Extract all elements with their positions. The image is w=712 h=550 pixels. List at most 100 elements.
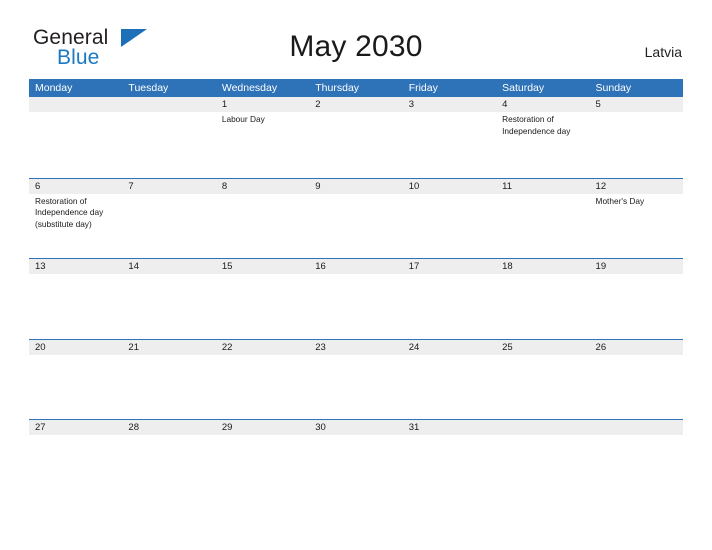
week-row: 20 21 22 23 24 25 26 [29,338,683,420]
holiday-label: Mother's Day [595,195,645,206]
region-label: Latvia [644,44,682,60]
day-number: 26 [595,341,607,353]
day-cell[interactable]: 3 [403,97,496,178]
week-row: 13 14 15 16 17 18 19 [29,258,683,339]
day-number: 13 [35,261,46,272]
day-cell[interactable]: 1 Labour Day [216,97,309,178]
day-number: 5 [595,99,601,110]
week-cells: 1 Labour Day 2 3 4 Restoration of Independenc… [29,97,683,178]
day-events: Labour Day [222,114,309,126]
day-number: 23 [315,341,326,353]
day-cell[interactable]: 16 [309,259,402,339]
day-cell[interactable]: 19 [590,259,683,339]
day-number: 1 [221,99,228,110]
day-events: Restoration of Independence day [502,114,589,137]
day-cell[interactable]: 6 Restoration of Independence day (substi… [29,179,122,259]
day-cell[interactable]: 29 [216,420,309,500]
holiday-label: Labour Day [221,114,265,124]
day-number: 3 [408,99,414,110]
weekday-saturday: Saturday [502,82,545,94]
day-number: 14 [128,261,139,272]
day-number: 6 [35,180,41,192]
day-number: 11 [502,180,512,192]
day-cell[interactable]: 11 [496,179,589,259]
day-cell[interactable]: 13 [29,259,122,339]
day-cell[interactable]: 12 Mother's Day [590,179,683,259]
week-row: 27 28 29 30 31 [29,419,683,500]
week-cells: 13 14 15 16 17 18 19 [29,259,683,339]
day-number: 7 [128,180,134,192]
weekday-tuesday: Tuesday [128,82,169,94]
day-cell[interactable]: 21 [122,340,215,420]
day-number: 28 [128,422,139,433]
day-number [128,98,215,112]
day-number: 17 [408,261,420,272]
page-title: May 2030 [289,30,423,63]
day-cell[interactable]: 9 [309,179,402,259]
weekday-sunday: Sunday [595,82,632,94]
day-cell[interactable]: 20 [29,340,122,420]
day-number: 18 [502,261,513,272]
day-cell[interactable]: 5 [590,97,683,178]
day-number [502,421,589,435]
day-cell[interactable]: 2 [309,97,402,178]
day-cell[interactable]: 23 [309,340,402,420]
day-cell-empty [590,420,683,500]
day-number: 29 [221,422,233,433]
holiday-label: Restoration of Independence day [502,114,571,136]
day-number: 22 [221,341,233,353]
day-number: 4 [502,99,508,110]
calendar-weeks: 1 Labour Day 2 3 4 Restoration of Independenc… [29,97,683,500]
day-number: 15 [221,261,233,272]
week-row: 6 Restoration of Independence day (substi… [29,177,683,259]
weekday-friday: Friday [408,82,438,94]
day-number: 12 [595,180,607,192]
day-number: 16 [315,261,326,272]
day-cell[interactable]: 24 [403,340,496,420]
day-cell[interactable]: 10 [403,179,496,259]
day-cell[interactable]: 28 [122,420,215,500]
day-cell[interactable]: 15 [216,259,309,339]
day-number: 20 [35,341,46,353]
day-cell-empty [29,97,122,178]
day-cell[interactable]: 7 [122,179,215,259]
day-cell[interactable]: 25 [496,340,589,420]
day-cell[interactable]: 26 [590,340,683,420]
day-number: 10 [408,180,420,192]
day-cell-empty [496,420,589,500]
page-header: General Blue May 2030 Latvia [0,0,712,68]
day-number: 8 [221,180,228,192]
day-number: 19 [595,261,607,272]
week-row: 1 Labour Day 2 3 4 Restoration of Independenc… [29,97,683,178]
day-cell[interactable]: 31 [403,420,496,500]
week-cells: 27 28 29 30 31 [29,420,683,500]
day-number [596,421,683,435]
holiday-label: Restoration of Independence day (substit… [35,195,104,229]
weekday-monday: Monday [35,82,73,94]
week-cells: 20 21 22 23 24 25 26 [29,340,683,420]
day-number: 9 [315,180,321,192]
calendar-table: Monday Tuesday Wednesday Thursday Friday… [29,79,683,500]
day-number: 2 [315,99,321,110]
weekday-wednesday: Wednesday [221,82,278,94]
day-number: 21 [128,341,139,353]
day-cell[interactable]: 4 Restoration of Independence day [496,97,589,178]
day-cell[interactable]: 22 [216,340,309,420]
day-cell[interactable]: 30 [309,420,402,500]
day-cell[interactable]: 18 [496,259,589,339]
weekday-thursday: Thursday [315,82,360,94]
weekday-header-row: Monday Tuesday Wednesday Thursday Friday… [29,79,683,97]
day-cell[interactable]: 17 [403,259,496,339]
day-cell[interactable]: 14 [122,259,215,339]
day-events: Restoration of Independence day (substit… [35,196,122,231]
day-number: 24 [408,341,420,353]
day-number: 31 [408,422,420,433]
day-number: 27 [35,422,46,433]
day-cell[interactable]: 8 [216,179,309,259]
day-cell[interactable]: 27 [29,420,122,500]
week-cells: 6 Restoration of Independence day (substi… [29,179,683,259]
day-number: 30 [315,422,326,433]
day-number [35,98,122,112]
day-number: 25 [502,341,513,353]
day-events: Mother's Day [596,196,683,208]
